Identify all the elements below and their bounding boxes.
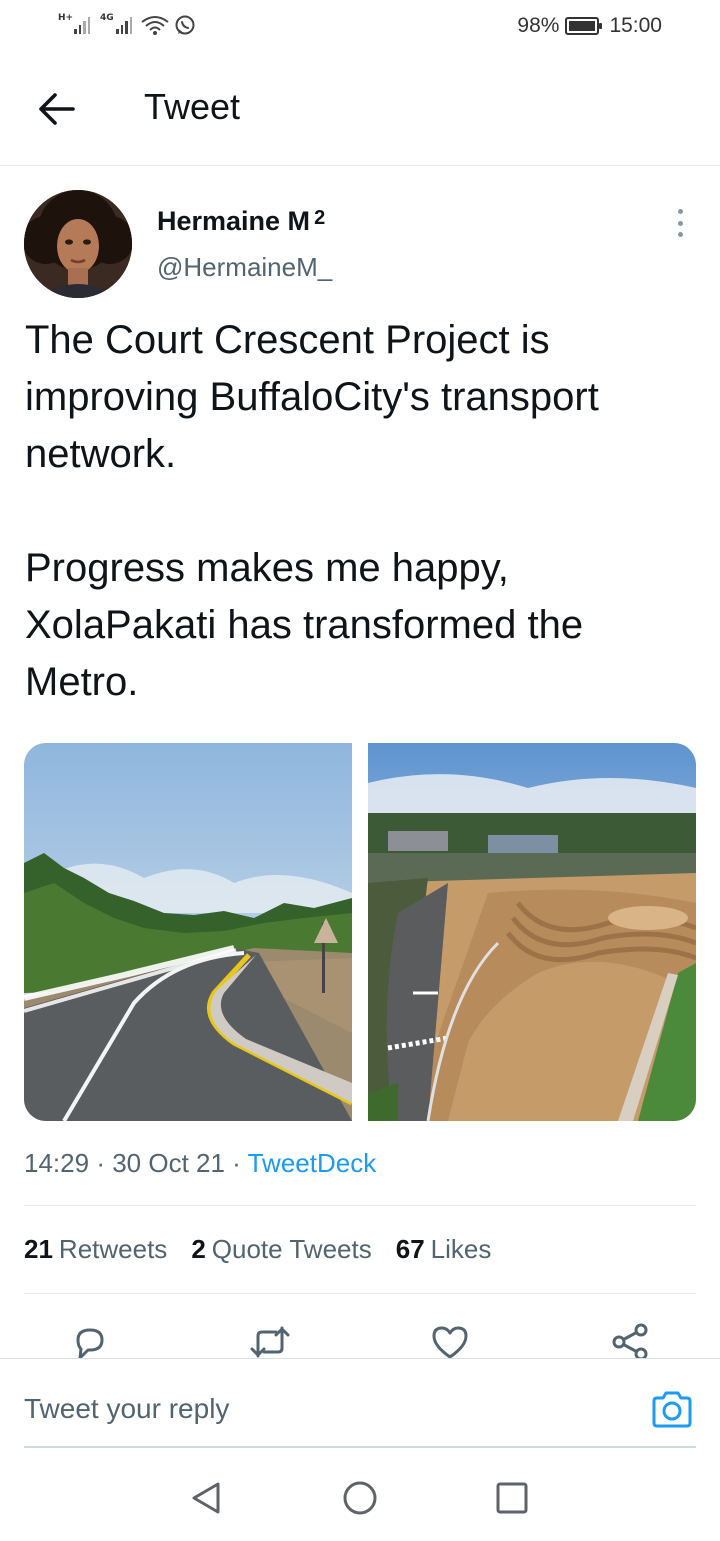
like-button[interactable] [428, 1322, 472, 1360]
share-icon [612, 1323, 648, 1360]
nav-recents-icon [496, 1482, 528, 1514]
more-options-button[interactable] [668, 206, 692, 240]
likes-label: Likes [430, 1234, 492, 1264]
retweets-count: 21 [24, 1234, 53, 1264]
nav-back-icon [192, 1482, 220, 1514]
nav-recents-button[interactable] [492, 1478, 532, 1518]
more-vertical-icon [677, 209, 683, 214]
system-nav-bar [0, 1450, 720, 1541]
share-button[interactable] [608, 1322, 652, 1360]
back-button[interactable] [36, 88, 78, 130]
signal-icon: 4G [100, 13, 132, 34]
app-header: Tweet [0, 56, 720, 166]
author-name-suffix: 2 [314, 207, 326, 229]
wifi-icon [141, 16, 169, 35]
signal-type-label: 4G [100, 13, 114, 23]
tweet-source-link[interactable]: TweetDeck [248, 1148, 377, 1178]
likes-count: 67 [395, 1234, 425, 1264]
page-title: Tweet [144, 86, 241, 127]
tweet-media-grid [24, 743, 696, 1121]
tweet-photo-road[interactable] [24, 743, 352, 1121]
avatar[interactable] [24, 190, 132, 298]
arrow-left-icon [39, 93, 75, 125]
author-name: Hermaine M [157, 206, 311, 236]
nav-back-button[interactable] [186, 1478, 226, 1518]
tweet-photo-construction[interactable] [368, 743, 696, 1121]
like-icon [432, 1326, 468, 1359]
divider [24, 1293, 696, 1294]
tweet-time: 14:29 [24, 1148, 90, 1178]
avatar-image [24, 190, 132, 298]
quote-tweets-count: 2 [191, 1234, 206, 1264]
likes-stat[interactable]: 67 Likes [396, 1234, 492, 1265]
status-icons-left: H+ 4G [58, 13, 196, 36]
reply-input[interactable]: Tweet your reply [24, 1393, 229, 1425]
camera-icon [652, 1391, 692, 1428]
reply-icon [76, 1328, 104, 1360]
nav-home-icon [343, 1481, 377, 1515]
tweet-stats: 21 Retweets 2 Quote Tweets 67 Likes [24, 1234, 491, 1265]
retweets-label: Retweets [58, 1234, 168, 1264]
tweet-date: 30 Oct 21 [112, 1148, 225, 1178]
status-time: 15:00 [609, 14, 662, 37]
status-icons-right: 98% 15:00 [517, 14, 662, 38]
author-handle[interactable]: @HermaineM_ [157, 252, 332, 283]
retweet-button[interactable] [248, 1322, 292, 1360]
status-bar: H+ 4G 98% 15:00 [0, 0, 720, 56]
signal-type-label: H+ [58, 13, 74, 23]
reply-button[interactable] [68, 1322, 112, 1360]
battery-icon [565, 17, 603, 35]
divider [24, 1205, 696, 1206]
whatsapp-icon [175, 15, 195, 35]
retweet-icon [250, 1326, 290, 1358]
tweet-actions-bar [0, 1316, 720, 1360]
retweets-stat[interactable]: 21 Retweets [24, 1234, 167, 1265]
author-display-name[interactable]: Hermaine M2 [157, 206, 325, 237]
nav-home-button[interactable] [340, 1478, 380, 1518]
signal-icon: H+ [58, 13, 90, 34]
quote-tweets-label: Quote Tweets [211, 1234, 372, 1264]
tweet-text: The Court Crescent Project is improving … [25, 318, 599, 704]
quote-tweets-stat[interactable]: 2 Quote Tweets [191, 1234, 371, 1265]
battery-percent: 98% [517, 14, 560, 37]
camera-button[interactable] [650, 1387, 694, 1431]
tweet-timestamp-line: 14:29 · 30 Oct 21 · TweetDeck [24, 1148, 377, 1178]
reply-input-underline [24, 1446, 696, 1448]
reply-bar: Tweet your reply [0, 1358, 720, 1448]
